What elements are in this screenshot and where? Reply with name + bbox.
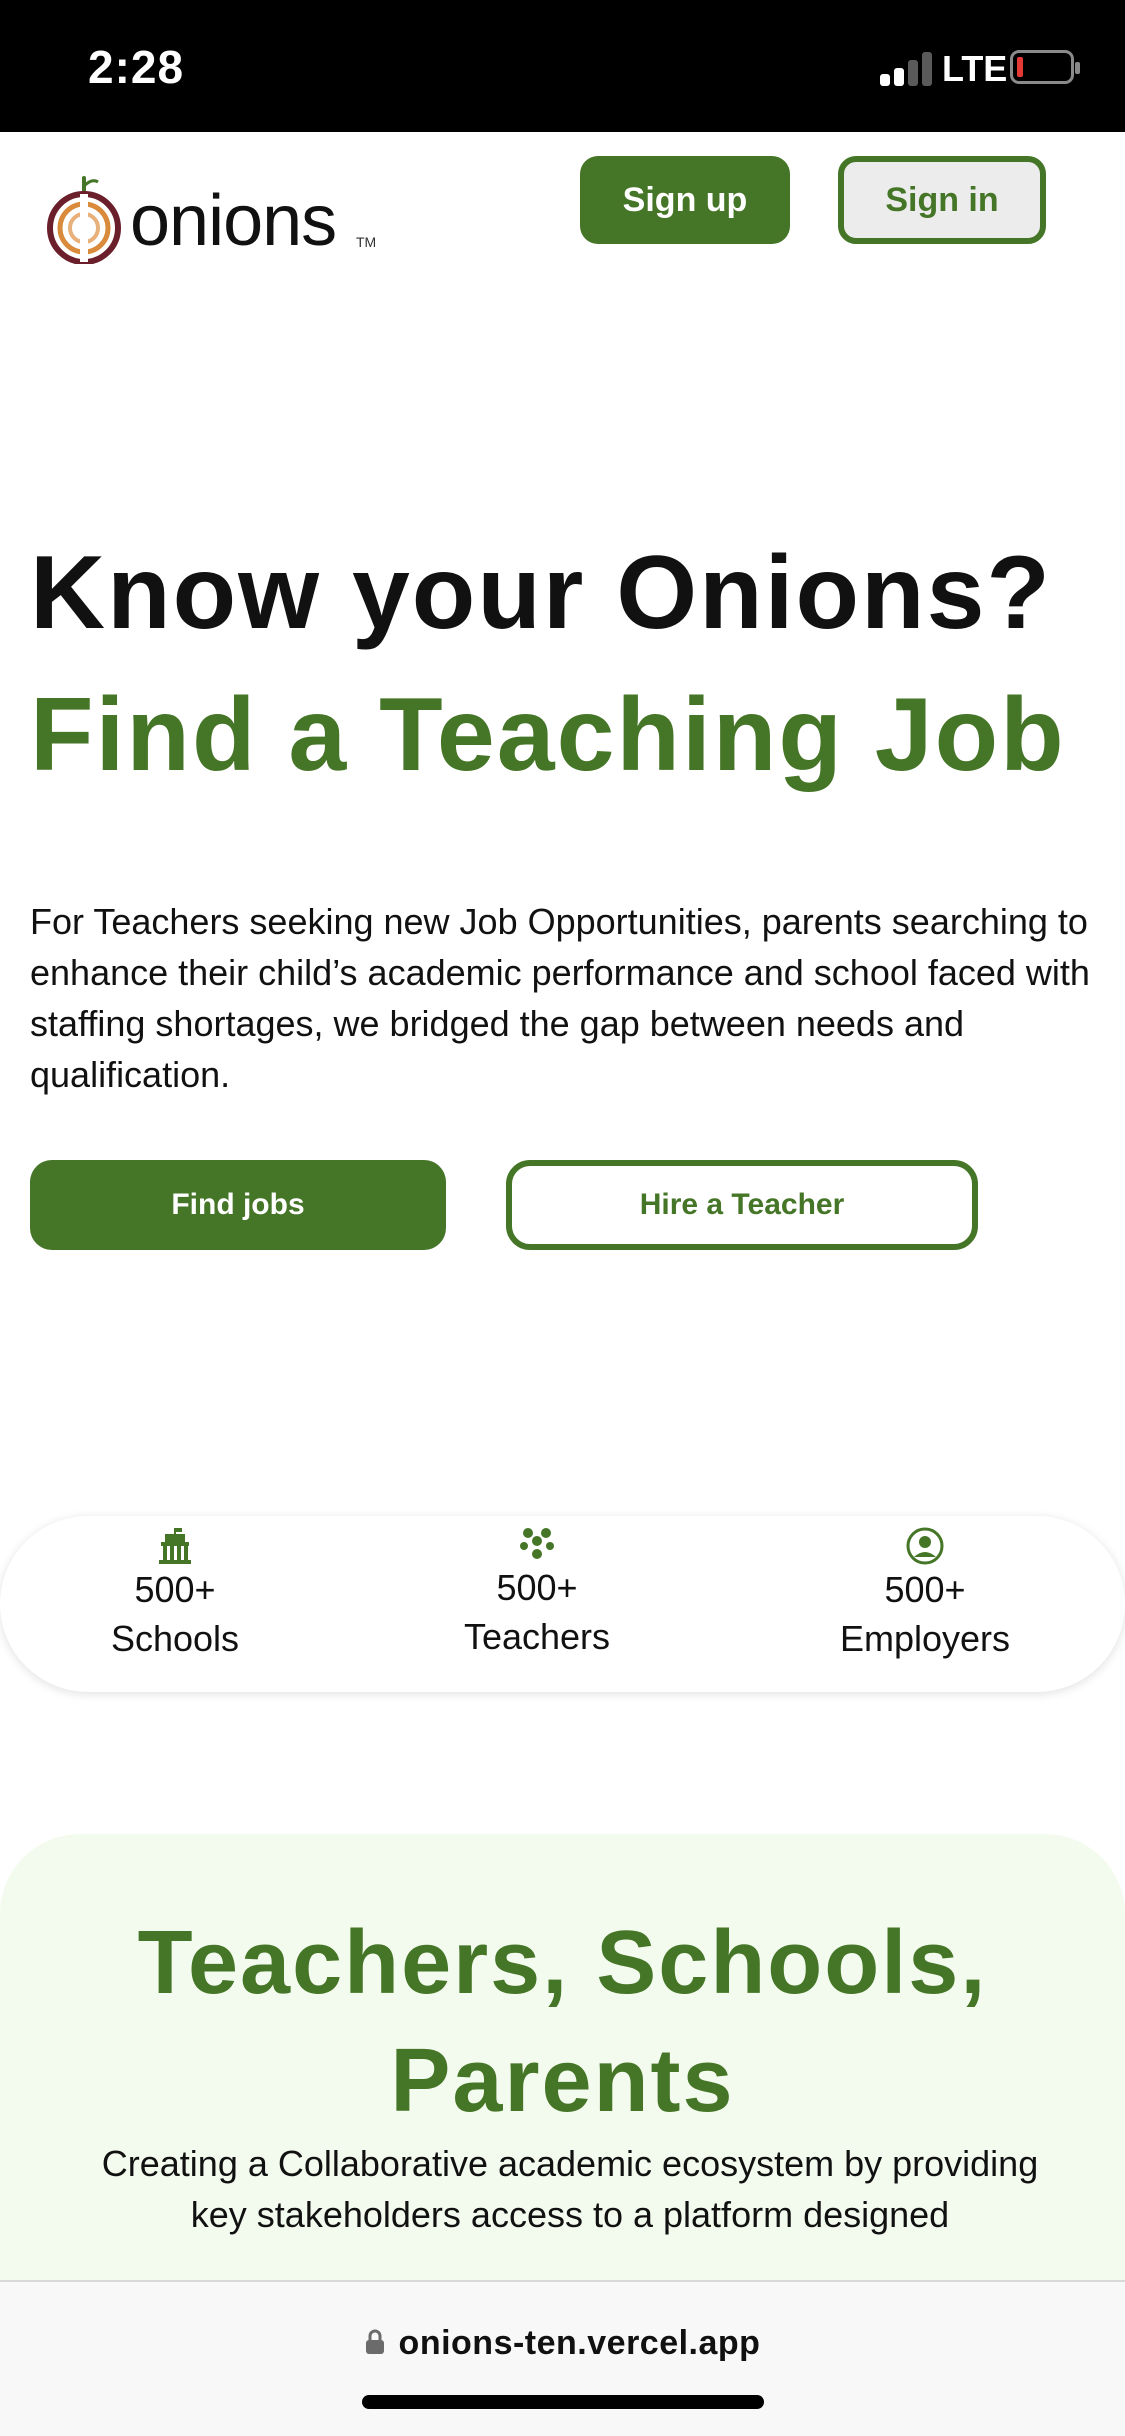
lock-icon [365,2329,384,2355]
status-bar: 2:28 LTE [0,0,1125,132]
browser-address-bar[interactable]: onions-ten.vercel.app [0,2280,1125,2436]
section-description: Creating a Collaborative academic ecosys… [101,2143,1039,2235]
stat-teachers: 500+ Teachers [432,1524,642,1662]
stats-card: 500+ Schools 500+ Teachers 500+ Employer… [0,1516,1125,1692]
url-display[interactable]: onions-ten.vercel.app [0,2324,1125,2363]
stat-employers: 500+ Employers [810,1526,1040,1664]
signal-strength-icon [880,50,936,86]
onions-logo[interactable]: onions TM [44,170,384,270]
onion-logo-icon [47,176,121,264]
logo-trademark: TM [356,234,377,250]
find-jobs-button[interactable]: Find jobs [30,1160,446,1250]
hero-description: For Teachers seeking new Job Opportuniti… [30,901,1090,1095]
stat-teachers-label: Teachers [463,1616,611,1657]
stat-employers-number: 500+ [884,1569,966,1610]
network-type: LTE [942,48,1008,89]
user-circle-icon [906,1527,944,1565]
sign-up-button[interactable]: Sign up [580,156,790,244]
sign-in-button[interactable]: Sign in [838,156,1046,244]
battery-icon [1010,50,1080,84]
stat-schools-number: 500+ [134,1569,216,1610]
url-text: onions-ten.vercel.app [398,2324,761,2362]
stat-schools: 500+ Schools [75,1526,275,1664]
status-time: 2:28 [88,41,185,93]
logo-text: onions [130,181,337,261]
stat-employers-label: Employers [839,1618,1011,1659]
hero-title: Know your Onions? [30,535,1052,651]
section-title: Teachers, Schools, Parents [137,1913,988,2131]
stat-teachers-number: 500+ [496,1567,578,1608]
hero-subtitle: Find a Teaching Job [30,677,1066,793]
home-indicator[interactable] [362,2395,764,2409]
stat-schools-label: Schools [110,1618,240,1659]
hire-teacher-button[interactable]: Hire a Teacher [506,1160,978,1250]
group-icon [520,1528,554,1559]
school-icon [159,1528,191,1564]
